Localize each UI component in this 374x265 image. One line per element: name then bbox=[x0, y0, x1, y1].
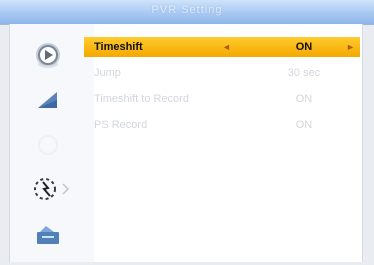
menu-item-value: ON bbox=[295, 93, 313, 105]
play-icon[interactable] bbox=[32, 40, 64, 70]
menu-item-jump[interactable]: Jump 30 sec bbox=[84, 63, 360, 83]
menu-item-timeshift[interactable]: Timeshift ◄ ON ► bbox=[84, 37, 360, 57]
menu-item-value: ON bbox=[295, 41, 313, 53]
media-card-icon[interactable] bbox=[32, 220, 64, 250]
menu-frame bbox=[9, 24, 363, 262]
sidebar bbox=[10, 24, 94, 262]
menu-item-label: Jump bbox=[94, 67, 121, 79]
title-bar: PVR Setting bbox=[0, 0, 374, 25]
gear-settings-icon[interactable] bbox=[28, 174, 74, 204]
blank-circle-icon[interactable] bbox=[32, 130, 64, 160]
left-arrow-icon[interactable]: ◄ bbox=[222, 42, 231, 52]
menu-item-value: ON bbox=[295, 119, 313, 131]
menu-item-label: PS Record bbox=[94, 119, 148, 131]
right-arrow-icon[interactable]: ► bbox=[346, 42, 355, 52]
window-title: PVR Setting bbox=[151, 4, 223, 16]
menu-item-label: Timeshift bbox=[94, 41, 143, 53]
menu-item-value: 30 sec bbox=[287, 67, 321, 79]
menu-item-ps-record[interactable]: PS Record ON bbox=[84, 115, 360, 135]
menu-item-label: Timeshift to Record bbox=[94, 93, 189, 105]
signal-bars-icon[interactable] bbox=[32, 84, 64, 114]
menu-item-timeshift-to-record[interactable]: Timeshift to Record ON bbox=[84, 89, 360, 109]
